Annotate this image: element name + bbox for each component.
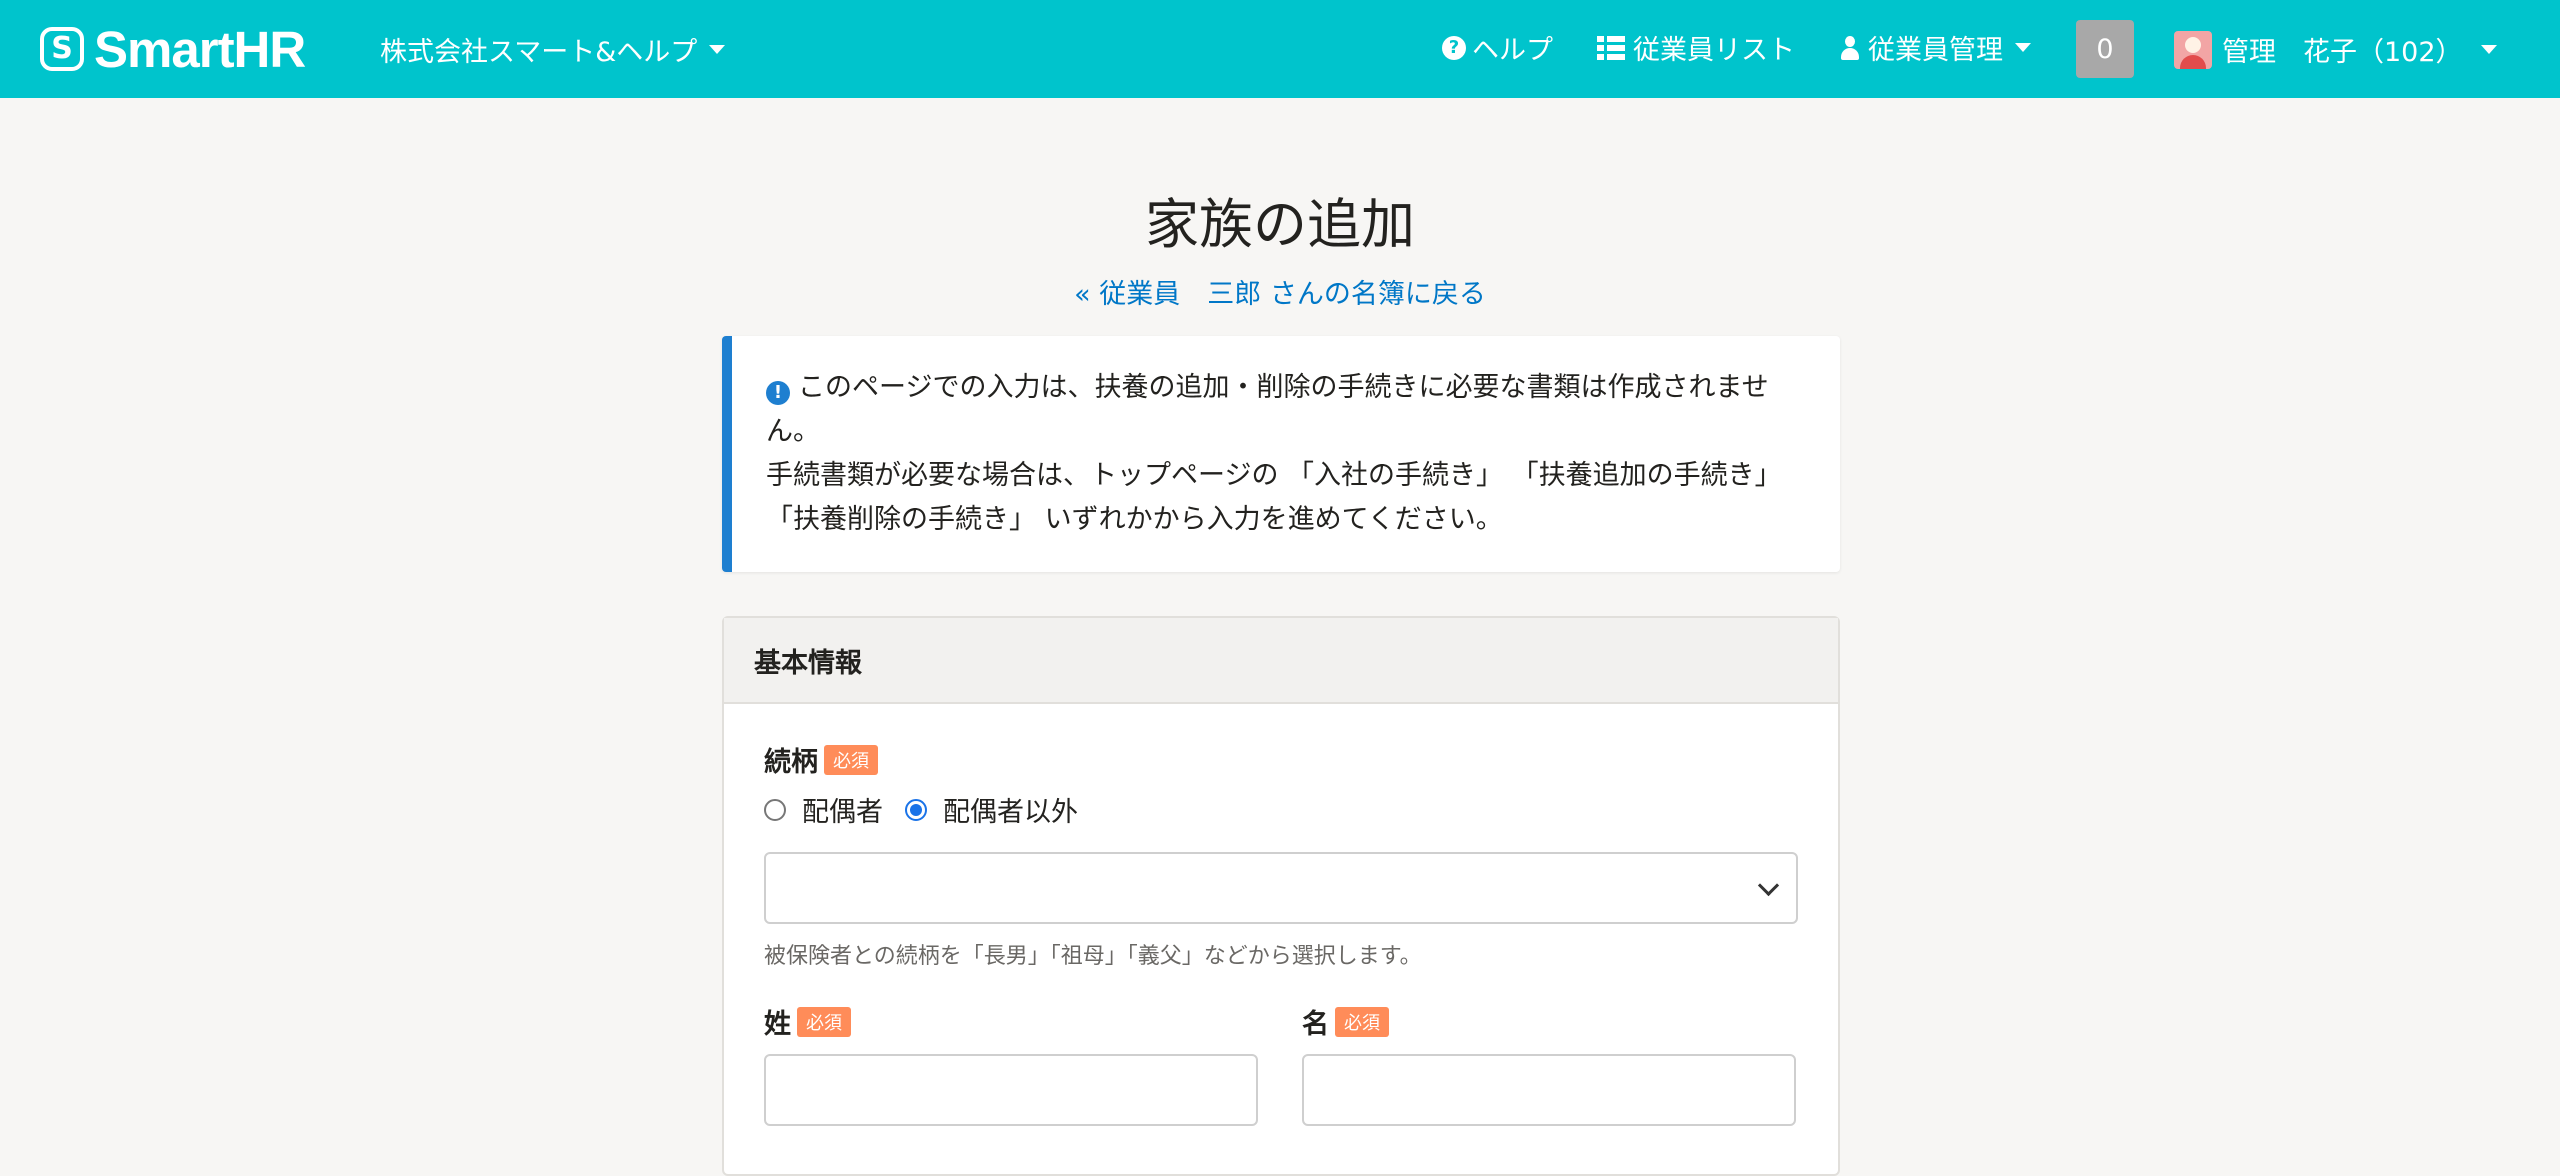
last-name-label: 姓 必須 <box>764 1002 851 1041</box>
back-to-employee-link[interactable]: « 従業員 三郎 さんの名簿に戻る <box>0 272 2560 311</box>
radio-spouse-input[interactable] <box>764 798 786 821</box>
nav-help-label: ヘルプ <box>1472 35 1553 66</box>
basic-info-panel: 基本情報 続柄 必須 配偶者 配偶者以外 被保険者との続柄を「長男」「祖母」「義… <box>722 616 1840 1176</box>
exclamation-circle-icon: ! <box>766 381 790 405</box>
user-menu[interactable]: 管理 花子（102） <box>2174 30 2497 69</box>
radio-non-spouse-input[interactable] <box>905 798 927 821</box>
question-circle-icon: ? <box>1442 35 1466 60</box>
user-icon <box>1840 35 1860 60</box>
section-title: 基本情報 <box>724 618 1838 704</box>
nav-employee-list-label: 従業員リスト <box>1633 35 1795 66</box>
nav-employee-list[interactable]: 従業員リスト <box>1597 28 1795 67</box>
required-badge: 必須 <box>797 1006 851 1037</box>
relationship-radio-group: 配偶者 配偶者以外 <box>764 790 1078 829</box>
caret-down-icon <box>2015 43 2031 52</box>
chevron-down-icon <box>1757 874 1780 897</box>
caret-down-icon <box>709 45 726 54</box>
nav-employee-management-label: 従業員管理 <box>1868 35 2003 66</box>
radio-spouse[interactable]: 配偶者 <box>764 790 883 829</box>
radio-non-spouse[interactable]: 配偶者以外 <box>905 790 1078 829</box>
company-switcher[interactable]: 株式会社スマート&ヘルプ <box>380 30 726 69</box>
notice-line-1: ! このページでの入力は、扶養の追加・削除の手続きに必要な書類は作成されません。 <box>766 372 1769 447</box>
relationship-hint: 被保険者との続柄を「長男」「祖母」「義父」などから選択します。 <box>764 944 1422 969</box>
info-notice: ! このページでの入力は、扶養の追加・削除の手続きに必要な書類は作成されません。 … <box>722 336 1840 572</box>
nav-employee-management[interactable]: 従業員管理 <box>1840 28 2031 67</box>
brand-name: SmartHR <box>94 20 306 78</box>
company-name: 株式会社スマート&ヘルプ <box>380 37 698 68</box>
relationship-select[interactable] <box>764 852 1798 924</box>
top-header: S SmartHR 株式会社スマート&ヘルプ ? ヘルプ 従業員リスト 従業員管… <box>0 0 2560 98</box>
required-badge: 必須 <box>824 744 878 775</box>
required-badge: 必須 <box>1335 1006 1389 1037</box>
nav-help[interactable]: ? ヘルプ <box>1442 28 1553 67</box>
page-title: 家族の追加 <box>1145 193 1415 256</box>
notification-badge[interactable]: 0 <box>2076 20 2134 78</box>
avatar <box>2174 30 2212 69</box>
smarthr-logo-icon: S <box>40 27 84 71</box>
last-name-input[interactable] <box>764 1054 1258 1126</box>
first-name-input[interactable] <box>1302 1054 1796 1126</box>
list-icon <box>1597 35 1625 60</box>
first-name-label: 名 必須 <box>1302 1002 1389 1041</box>
relationship-label: 続柄 必須 <box>764 740 878 779</box>
notice-line-2: 手続書類が必要な場合は、トップページの 「入社の手続き」 「扶養追加の手続き」 … <box>766 460 1782 535</box>
brand-logo[interactable]: S SmartHR <box>40 21 306 78</box>
caret-down-icon <box>2480 45 2497 54</box>
user-name: 管理 花子（102） <box>2222 37 2463 68</box>
